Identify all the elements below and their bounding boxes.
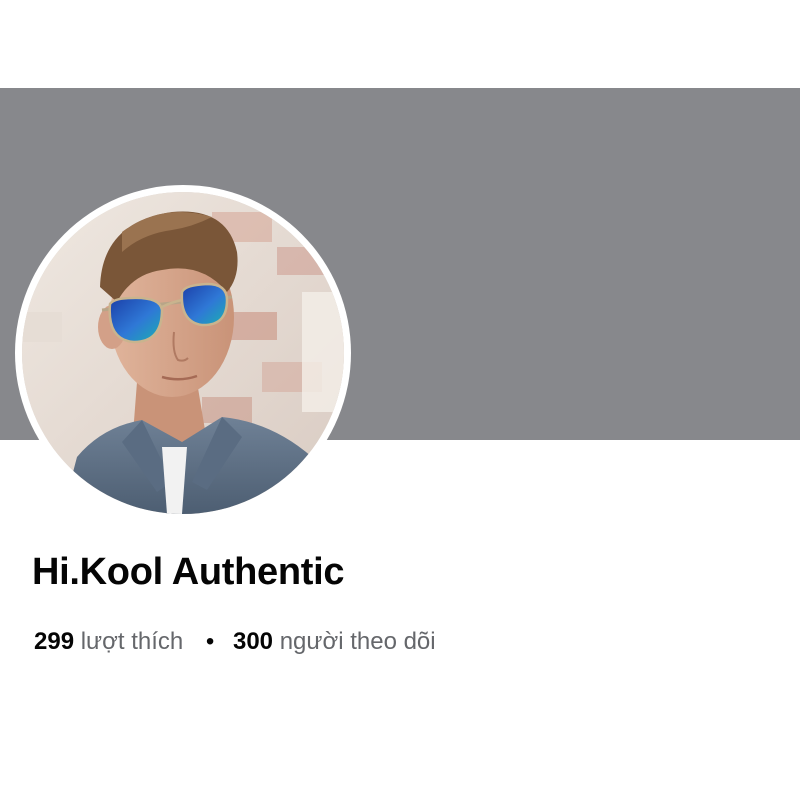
likes-link[interactable]: 299 lượt thích — [34, 628, 190, 655]
followers-link[interactable]: 300 người theo dõi — [233, 628, 436, 655]
followers-count: 300 — [232, 628, 274, 655]
profile-photo-image — [22, 192, 344, 514]
stats-separator: • — [205, 628, 215, 655]
profile-page: Hi.Kool Authentic 299 lượt thích • 300 n… — [0, 0, 800, 800]
profile-name: Hi.Kool Authentic — [32, 551, 345, 593]
followers-label: người theo dõi — [279, 628, 436, 655]
profile-avatar[interactable] — [22, 192, 344, 514]
likes-count: 299 — [34, 628, 75, 655]
likes-label: lượt thích — [80, 628, 184, 655]
profile-stats: 299 lượt thích • 300 người theo dõi — [34, 626, 436, 658]
